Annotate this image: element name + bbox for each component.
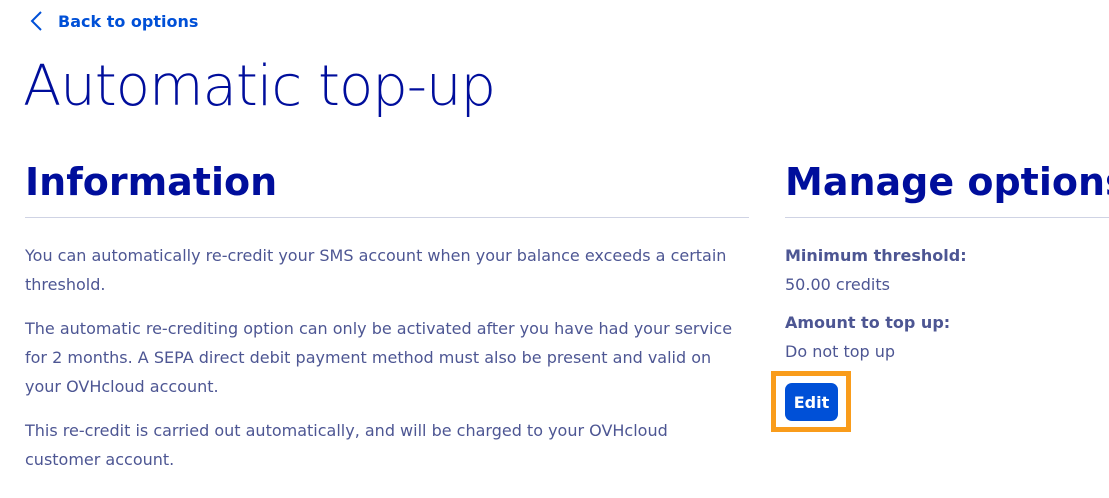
information-paragraph: The automatic re-crediting option can on… [25,319,733,396]
chevron-left-icon [30,11,42,31]
edit-button[interactable]: Edit [785,383,838,421]
page-title: Automatic top-up [23,54,496,119]
amount-to-top-up-label: Amount to top up: [785,313,951,332]
information-divider [25,217,749,218]
information-paragraph: This re-credit is carried out automatica… [25,421,668,469]
amount-to-top-up-value: Do not top up [785,342,896,361]
manage-options-heading: Manage options [785,160,1109,204]
min-threshold-label: Minimum threshold: [785,246,967,265]
back-to-options-link[interactable]: Back to options [25,9,198,33]
information-heading: Information [25,160,278,204]
information-paragraph: You can automatically re-credit your SMS… [25,246,727,294]
back-link-label: Back to options [58,11,199,31]
manage-options-body: Minimum threshold: 50.00 credits Amount … [785,241,1105,375]
information-body: You can automatically re-credit your SMS… [25,241,745,489]
manage-options-divider [785,217,1109,218]
min-threshold-value: 50.00 credits [785,275,890,294]
